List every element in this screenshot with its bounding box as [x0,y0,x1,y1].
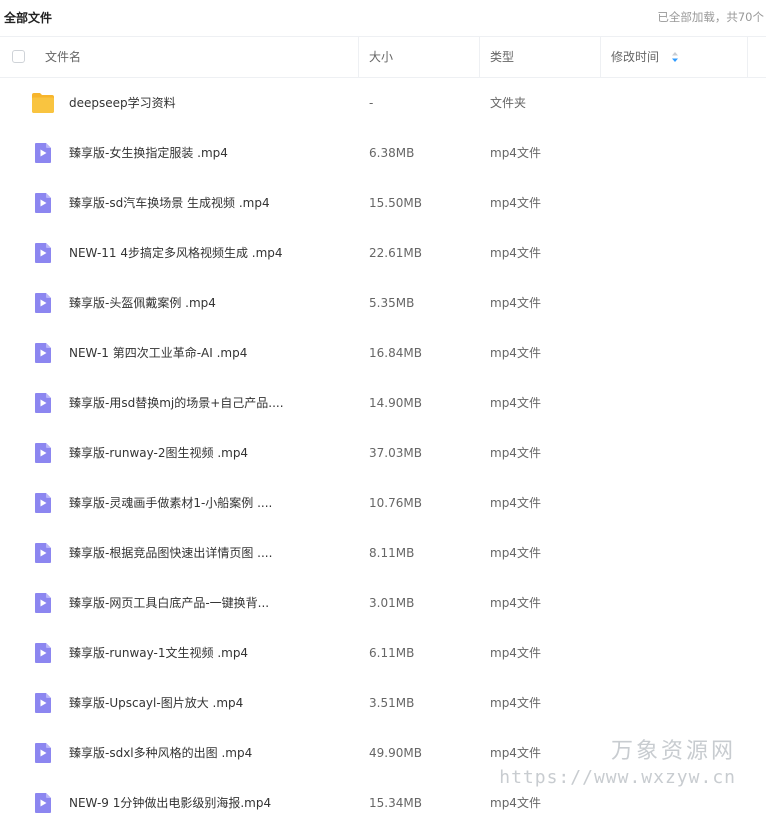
file-name-link[interactable]: NEW-1 第四次工业革命-AI .mp4 [69,328,247,378]
file-type: mp4文件 [490,246,541,260]
file-row[interactable]: 臻享版-女生换指定服装 .mp4 6.38MB mp4文件 [0,128,766,178]
file-name-link[interactable]: 臻享版-根据竞品图快速出详情页图 .... [69,528,272,578]
file-size: 16.84MB [369,346,422,360]
video-file-icon [35,643,51,663]
video-file-icon [35,743,51,763]
select-all-checkbox[interactable] [12,50,25,63]
file-type: mp4文件 [490,196,541,210]
file-size: 8.11MB [369,546,415,560]
file-size: 3.01MB [369,596,415,610]
file-row[interactable]: NEW-1 第四次工业革命-AI .mp4 16.84MB mp4文件 [0,328,766,378]
file-type: mp4文件 [490,646,541,660]
file-row[interactable]: 臻享版-sdxl多种风格的出图 .mp4 49.90MB mp4文件 [0,728,766,778]
file-type: mp4文件 [490,746,541,760]
column-header-name[interactable]: 文件名 [45,37,81,77]
video-file-icon [35,493,51,513]
column-divider[interactable] [358,37,359,77]
file-row[interactable]: 臻享版-根据竞品图快速出详情页图 .... 8.11MB mp4文件 [0,528,766,578]
file-size: 6.11MB [369,646,415,660]
file-name-link[interactable]: 臻享版-sdxl多种风格的出图 .mp4 [69,728,252,778]
file-row[interactable]: 臻享版-sd汽车换场景 生成视频 .mp4 15.50MB mp4文件 [0,178,766,228]
file-type: mp4文件 [490,696,541,710]
file-row[interactable]: 臻享版-用sd替换mj的场景+自己产品.... 14.90MB mp4文件 [0,378,766,428]
column-header-type[interactable]: 类型 [490,37,514,77]
file-name-link[interactable]: 臻享版-sd汽车换场景 生成视频 .mp4 [69,178,270,228]
file-name-link[interactable]: 臻享版-女生换指定服装 .mp4 [69,128,228,178]
file-row[interactable]: 臻享版-灵魂画手做素材1-小船案例 .... 10.76MB mp4文件 [0,478,766,528]
file-row[interactable]: NEW-9 1分钟做出电影级别海报.mp4 15.34MB mp4文件 [0,778,766,828]
file-name-link[interactable]: 臻享版-Upscayl-图片放大 .mp4 [69,678,243,728]
file-size: 15.50MB [369,196,422,210]
column-header-modified[interactable]: 修改时间 [611,37,679,77]
column-divider[interactable] [479,37,480,77]
file-row[interactable]: 臻享版-网页工具白底产品-一键换背... 3.01MB mp4文件 [0,578,766,628]
file-name-link[interactable]: deepseep学习资料 [69,78,176,128]
column-header-modified-label: 修改时间 [611,50,660,64]
topbar: 全部文件 已全部加载，共70个 [0,0,766,34]
file-row[interactable]: 臻享版-runway-2图生视频 .mp4 37.03MB mp4文件 [0,428,766,478]
video-file-icon [35,693,51,713]
table-header: 文件名 大小 类型 修改时间 [0,36,766,78]
file-row[interactable]: deepseep学习资料 - 文件夹 [0,78,766,128]
file-row[interactable]: 臻享版-头盔佩戴案例 .mp4 5.35MB mp4文件 [0,278,766,328]
video-file-icon [35,293,51,313]
file-size: 3.51MB [369,696,415,710]
file-list: deepseep学习资料 - 文件夹臻享版-女生换指定服装 .mp4 6.38MB mp… [0,78,766,828]
video-file-icon [35,193,51,213]
file-type: mp4文件 [490,396,541,410]
file-size: 5.35MB [369,296,415,310]
column-divider[interactable] [747,37,748,77]
sort-desc-icon[interactable] [671,51,679,63]
file-size: 6.38MB [369,146,415,160]
video-file-icon [35,593,51,613]
file-type: mp4文件 [490,546,541,560]
file-name-link[interactable]: NEW-9 1分钟做出电影级别海报.mp4 [69,778,271,828]
file-name-link[interactable]: 臻享版-用sd替换mj的场景+自己产品.... [69,378,284,428]
file-size: 49.90MB [369,746,422,760]
column-header-size[interactable]: 大小 [369,37,393,77]
file-name-link[interactable]: 臻享版-头盔佩戴案例 .mp4 [69,278,216,328]
folder-icon [32,93,54,113]
file-row[interactable]: NEW-11 4步搞定多风格视频生成 .mp4 22.61MB mp4文件 [0,228,766,278]
file-type: 文件夹 [490,96,527,110]
file-name-link[interactable]: NEW-11 4步搞定多风格视频生成 .mp4 [69,228,283,278]
file-name-link[interactable]: 臻享版-网页工具白底产品-一键换背... [69,578,269,628]
file-size: 10.76MB [369,496,422,510]
video-file-icon [35,343,51,363]
file-name-link[interactable]: 臻享版-runway-1文生视频 .mp4 [69,628,248,678]
video-file-icon [35,393,51,413]
file-type: mp4文件 [490,796,541,810]
video-file-icon [35,543,51,563]
file-type: mp4文件 [490,296,541,310]
file-size: 22.61MB [369,246,422,260]
file-name-link[interactable]: 臻享版-灵魂画手做素材1-小船案例 .... [69,478,272,528]
video-file-icon [35,143,51,163]
file-size: - [369,96,374,110]
file-size: 15.34MB [369,796,422,810]
file-size: 14.90MB [369,396,422,410]
file-row[interactable]: 臻享版-Upscayl-图片放大 .mp4 3.51MB mp4文件 [0,678,766,728]
file-row[interactable]: 臻享版-runway-1文生视频 .mp4 6.11MB mp4文件 [0,628,766,678]
column-divider[interactable] [600,37,601,77]
file-name-link[interactable]: 臻享版-runway-2图生视频 .mp4 [69,428,248,478]
file-type: mp4文件 [490,346,541,360]
file-type: mp4文件 [490,446,541,460]
file-type: mp4文件 [490,496,541,510]
video-file-icon [35,793,51,813]
file-size: 37.03MB [369,446,422,460]
file-type: mp4文件 [490,596,541,610]
video-file-icon [35,443,51,463]
load-status-text: 已全部加载，共70个 [657,10,764,24]
file-type: mp4文件 [490,146,541,160]
page-title: 全部文件 [4,11,53,25]
video-file-icon [35,243,51,263]
